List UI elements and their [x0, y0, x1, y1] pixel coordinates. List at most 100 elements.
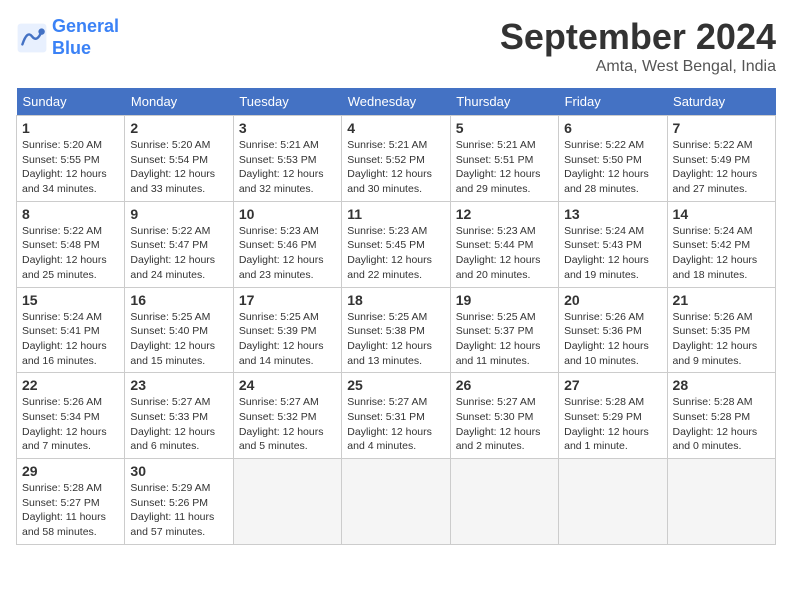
day-number: 24 — [239, 377, 336, 393]
calendar-cell: 11 Sunrise: 5:23 AM Sunset: 5:45 PM Dayli… — [342, 201, 450, 287]
day-detail: Sunrise: 5:27 AM Sunset: 5:32 PM Dayligh… — [239, 395, 336, 454]
day-detail: Sunrise: 5:26 AM Sunset: 5:34 PM Dayligh… — [22, 395, 119, 454]
calendar-cell: 10 Sunrise: 5:23 AM Sunset: 5:46 PM Dayli… — [233, 201, 341, 287]
logo: General Blue — [16, 16, 119, 59]
day-detail: Sunrise: 5:25 AM Sunset: 5:38 PM Dayligh… — [347, 310, 444, 369]
logo-icon — [16, 22, 48, 54]
day-number: 1 — [22, 120, 119, 136]
day-number: 22 — [22, 377, 119, 393]
day-detail: Sunrise: 5:28 AM Sunset: 5:28 PM Dayligh… — [673, 395, 770, 454]
calendar-cell: 5Sunrise: 5:21 AM Sunset: 5:51 PM Daylig… — [450, 116, 558, 202]
day-number: 3 — [239, 120, 336, 136]
day-number: 11 — [347, 206, 444, 222]
day-number: 29 — [22, 463, 119, 479]
day-detail: Sunrise: 5:23 AM Sunset: 5:45 PM Dayligh… — [347, 224, 444, 283]
calendar-cell: 4 Sunrise: 5:21 AM Sunset: 5:52 PM Daylig… — [342, 116, 450, 202]
day-detail: Sunrise: 5:21 AM Sunset: 5:53 PM Dayligh… — [239, 138, 336, 197]
column-header-friday: Friday — [559, 88, 667, 116]
week-row-2: 8 Sunrise: 5:22 AM Sunset: 5:48 PM Daylig… — [17, 201, 776, 287]
day-number: 16 — [130, 292, 227, 308]
calendar-cell: 25 Sunrise: 5:27 AM Sunset: 5:31 PM Dayli… — [342, 373, 450, 459]
day-number: 4 — [347, 120, 444, 136]
day-detail: Sunrise: 5:22 AM Sunset: 5:48 PM Dayligh… — [22, 224, 119, 283]
calendar-cell: 17Sunrise: 5:25 AM Sunset: 5:39 PM Dayli… — [233, 287, 341, 373]
day-number: 10 — [239, 206, 336, 222]
day-number: 20 — [564, 292, 661, 308]
day-detail: Sunrise: 5:28 AM Sunset: 5:29 PM Dayligh… — [564, 395, 661, 454]
calendar-cell: 26 Sunrise: 5:27 AM Sunset: 5:30 PM Dayli… — [450, 373, 558, 459]
calendar-cell: 6Sunrise: 5:22 AM Sunset: 5:50 PM Daylig… — [559, 116, 667, 202]
calendar-cell: 27 Sunrise: 5:28 AM Sunset: 5:29 PM Dayli… — [559, 373, 667, 459]
calendar-cell: 15 Sunrise: 5:24 AM Sunset: 5:41 PM Dayli… — [17, 287, 125, 373]
column-header-monday: Monday — [125, 88, 233, 116]
day-detail: Sunrise: 5:23 AM Sunset: 5:46 PM Dayligh… — [239, 224, 336, 283]
week-row-4: 22 Sunrise: 5:26 AM Sunset: 5:34 PM Dayli… — [17, 373, 776, 459]
day-detail: Sunrise: 5:24 AM Sunset: 5:41 PM Dayligh… — [22, 310, 119, 369]
calendar-cell: 16Sunrise: 5:25 AM Sunset: 5:40 PM Dayli… — [125, 287, 233, 373]
calendar-cell: 9 Sunrise: 5:22 AM Sunset: 5:47 PM Daylig… — [125, 201, 233, 287]
day-detail: Sunrise: 5:24 AM Sunset: 5:42 PM Dayligh… — [673, 224, 770, 283]
calendar-cell: 28 Sunrise: 5:28 AM Sunset: 5:28 PM Dayli… — [667, 373, 775, 459]
day-detail: Sunrise: 5:21 AM Sunset: 5:51 PM Dayligh… — [456, 138, 553, 197]
calendar-cell: 2Sunrise: 5:20 AM Sunset: 5:54 PM Daylig… — [125, 116, 233, 202]
day-detail: Sunrise: 5:21 AM Sunset: 5:52 PM Dayligh… — [347, 138, 444, 197]
day-number: 8 — [22, 206, 119, 222]
calendar-cell: 12Sunrise: 5:23 AM Sunset: 5:44 PM Dayli… — [450, 201, 558, 287]
day-number: 23 — [130, 377, 227, 393]
day-number: 18 — [347, 292, 444, 308]
day-detail: Sunrise: 5:26 AM Sunset: 5:36 PM Dayligh… — [564, 310, 661, 369]
month-title: September 2024 — [500, 16, 776, 58]
day-detail: Sunrise: 5:22 AM Sunset: 5:49 PM Dayligh… — [673, 138, 770, 197]
calendar-cell: 23 Sunrise: 5:27 AM Sunset: 5:33 PM Dayli… — [125, 373, 233, 459]
day-number: 2 — [130, 120, 227, 136]
calendar-cell: 21Sunrise: 5:26 AM Sunset: 5:35 PM Dayli… — [667, 287, 775, 373]
calendar-cell: 7 Sunrise: 5:22 AM Sunset: 5:49 PM Daylig… — [667, 116, 775, 202]
column-header-sunday: Sunday — [17, 88, 125, 116]
day-number: 15 — [22, 292, 119, 308]
day-detail: Sunrise: 5:24 AM Sunset: 5:43 PM Dayligh… — [564, 224, 661, 283]
day-number: 19 — [456, 292, 553, 308]
calendar-cell: 18 Sunrise: 5:25 AM Sunset: 5:38 PM Dayli… — [342, 287, 450, 373]
calendar-cell: 19 Sunrise: 5:25 AM Sunset: 5:37 PM Dayli… — [450, 287, 558, 373]
day-detail: Sunrise: 5:27 AM Sunset: 5:33 PM Dayligh… — [130, 395, 227, 454]
calendar-cell: 13 Sunrise: 5:24 AM Sunset: 5:43 PM Dayli… — [559, 201, 667, 287]
calendar-cell: 14 Sunrise: 5:24 AM Sunset: 5:42 PM Dayli… — [667, 201, 775, 287]
day-detail: Sunrise: 5:25 AM Sunset: 5:37 PM Dayligh… — [456, 310, 553, 369]
calendar-header-row: SundayMondayTuesdayWednesdayThursdayFrid… — [17, 88, 776, 116]
day-number: 28 — [673, 377, 770, 393]
day-detail: Sunrise: 5:22 AM Sunset: 5:47 PM Dayligh… — [130, 224, 227, 283]
day-number: 27 — [564, 377, 661, 393]
calendar-cell — [450, 459, 558, 545]
title-block: September 2024 Amta, West Bengal, India — [500, 16, 776, 76]
week-row-1: 1 Sunrise: 5:20 AM Sunset: 5:55 PM Daylig… — [17, 116, 776, 202]
calendar-cell: 3 Sunrise: 5:21 AM Sunset: 5:53 PM Daylig… — [233, 116, 341, 202]
page-header: General Blue September 2024 Amta, West B… — [16, 16, 776, 76]
day-number: 30 — [130, 463, 227, 479]
day-detail: Sunrise: 5:28 AM Sunset: 5:27 PM Dayligh… — [22, 481, 119, 540]
location: Amta, West Bengal, India — [500, 58, 776, 76]
day-number: 17 — [239, 292, 336, 308]
day-number: 9 — [130, 206, 227, 222]
calendar-cell: 8 Sunrise: 5:22 AM Sunset: 5:48 PM Daylig… — [17, 201, 125, 287]
week-row-5: 29 Sunrise: 5:28 AM Sunset: 5:27 PM Dayli… — [17, 459, 776, 545]
day-detail: Sunrise: 5:27 AM Sunset: 5:30 PM Dayligh… — [456, 395, 553, 454]
column-header-tuesday: Tuesday — [233, 88, 341, 116]
day-number: 14 — [673, 206, 770, 222]
column-header-saturday: Saturday — [667, 88, 775, 116]
day-number: 13 — [564, 206, 661, 222]
day-number: 25 — [347, 377, 444, 393]
day-detail: Sunrise: 5:27 AM Sunset: 5:31 PM Dayligh… — [347, 395, 444, 454]
calendar-cell: 30 Sunrise: 5:29 AM Sunset: 5:26 PM Dayli… — [125, 459, 233, 545]
day-number: 21 — [673, 292, 770, 308]
day-detail: Sunrise: 5:23 AM Sunset: 5:44 PM Dayligh… — [456, 224, 553, 283]
week-row-3: 15 Sunrise: 5:24 AM Sunset: 5:41 PM Dayli… — [17, 287, 776, 373]
day-detail: Sunrise: 5:29 AM Sunset: 5:26 PM Dayligh… — [130, 481, 227, 540]
day-number: 26 — [456, 377, 553, 393]
day-detail: Sunrise: 5:20 AM Sunset: 5:55 PM Dayligh… — [22, 138, 119, 197]
calendar-cell — [559, 459, 667, 545]
calendar-cell: 1 Sunrise: 5:20 AM Sunset: 5:55 PM Daylig… — [17, 116, 125, 202]
day-number: 7 — [673, 120, 770, 136]
logo-text: General Blue — [52, 16, 119, 59]
calendar-cell — [342, 459, 450, 545]
column-header-wednesday: Wednesday — [342, 88, 450, 116]
